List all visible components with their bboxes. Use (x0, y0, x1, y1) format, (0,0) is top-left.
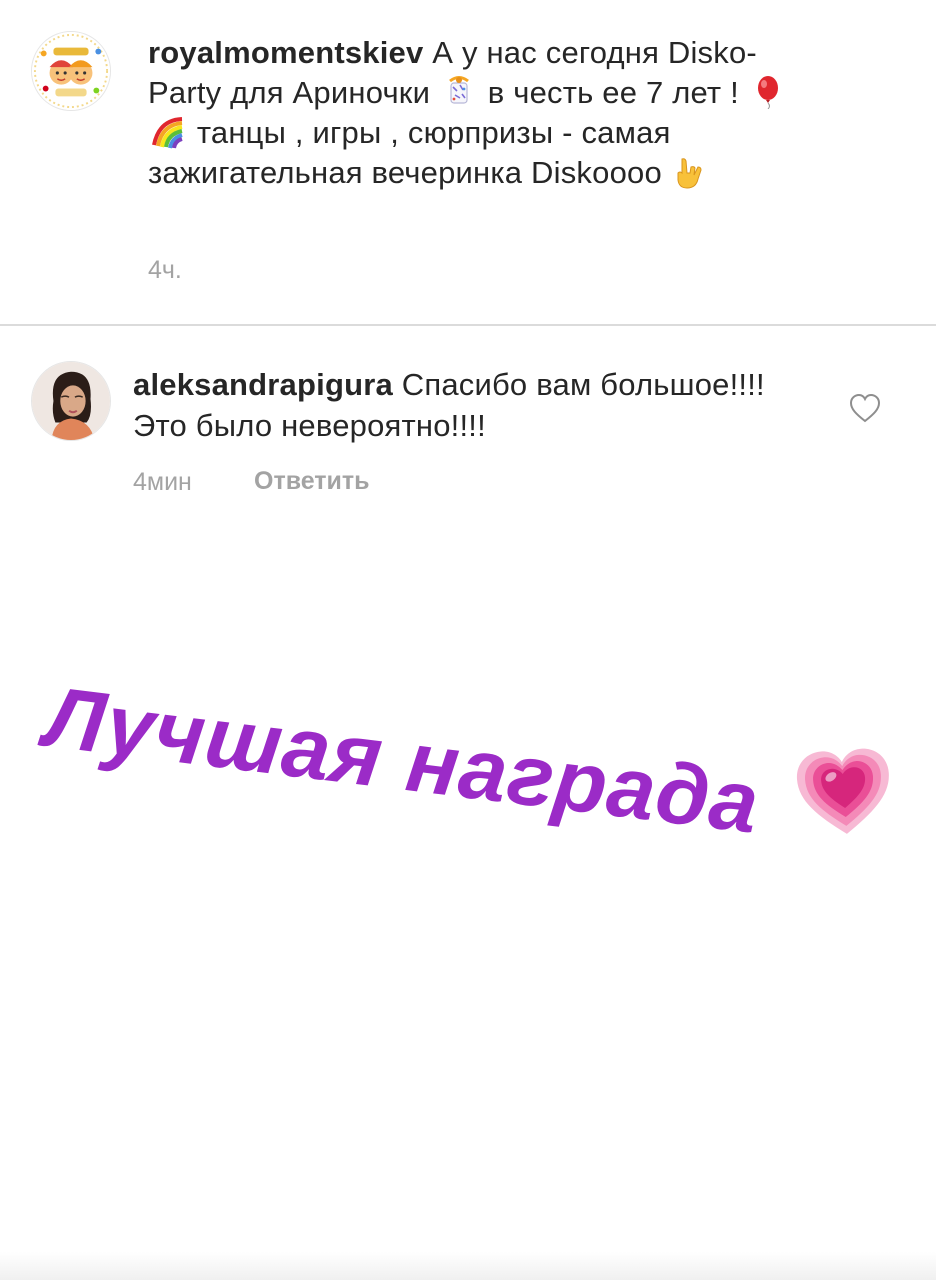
balloon-icon (751, 75, 785, 109)
reply-button[interactable]: Ответить (254, 467, 370, 496)
caption-text-part2: в честь ее 7 лет ! (487, 75, 739, 110)
caption-username[interactable]: royalmomentskiev (148, 35, 423, 70)
comment-username[interactable]: aleksandrapigura (133, 367, 393, 402)
party-popper-icon (442, 75, 476, 109)
comment-text: aleksandrapigura Спасибо вам большое!!!!… (133, 364, 793, 446)
growing-heart-icon (793, 743, 895, 841)
brand-logo-icon (32, 32, 110, 110)
caption-text-part3: танцы , игры , сюрпризы - самая зажигате… (148, 115, 671, 190)
overlay-text: Лучшая награда (40, 668, 765, 852)
bottom-edge (0, 1252, 936, 1280)
comment-timestamp: 4мин (133, 468, 192, 496)
rock-hand-icon (674, 155, 708, 189)
story-overlay: Лучшая награда (33, 668, 827, 922)
caption-timestamp: 4ч. (148, 256, 182, 284)
brand-avatar[interactable] (31, 31, 111, 111)
caption-text: royalmomentskiev А у нас сегодня Disko-P… (148, 33, 788, 193)
comment: aleksandrapigura Спасибо вам большое!!!!… (0, 326, 936, 516)
post-caption: royalmomentskiev А у нас сегодня Disko-P… (0, 0, 936, 325)
heart-outline-icon[interactable] (848, 392, 882, 424)
rainbow-icon (151, 115, 185, 149)
